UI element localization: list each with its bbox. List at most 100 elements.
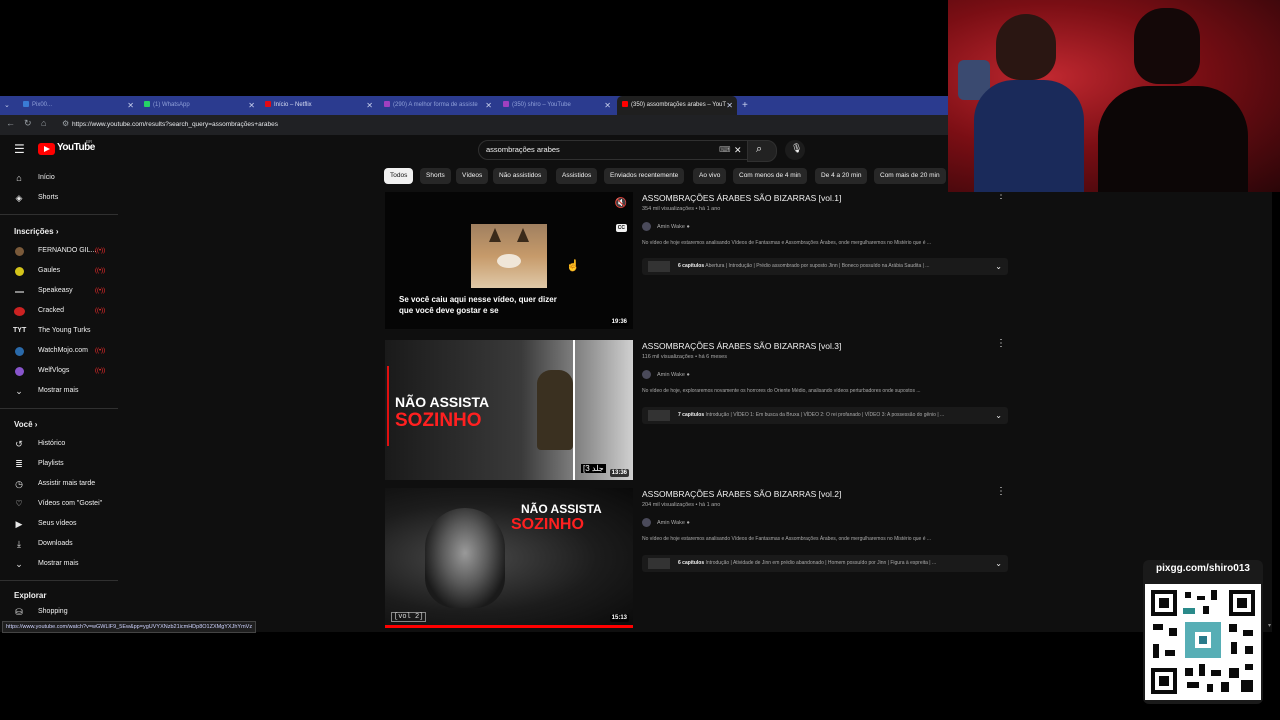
chapters-row[interactable]: 6 capítulos Introdução | Atividade de Ji…: [642, 555, 1008, 572]
subscription-item[interactable]: Gaules ((•)): [0, 261, 118, 281]
browser-tab[interactable]: Início – Netflix ✕: [260, 96, 377, 115]
reload-icon[interactable]: ↻: [24, 118, 32, 129]
subscription-item[interactable]: Cracked ((•)): [0, 301, 118, 321]
sidebar-item-watch-later[interactable]: ◷ Assistir mais tarde: [0, 474, 118, 494]
browser-tab[interactable]: (1) WhatsApp ✕: [139, 96, 259, 115]
search-button[interactable]: ⌕: [747, 140, 777, 162]
show-more-you[interactable]: ⌄ Mostrar mais: [0, 554, 118, 574]
home-icon: ⌂: [16, 173, 22, 183]
channel-link[interactable]: Amin Wake ●: [642, 222, 690, 231]
subscription-label: WatchMojo.com: [38, 347, 88, 354]
subscription-item[interactable]: Speakeasy ((•)): [0, 281, 118, 301]
video-duration: 15:13: [609, 614, 629, 622]
subscription-item[interactable]: FERNANDO GIL... ((•)): [0, 241, 118, 261]
tab-list-chevron-icon[interactable]: ⌄: [4, 96, 10, 115]
close-icon[interactable]: ✕: [604, 96, 611, 115]
subscription-item[interactable]: WatchMojo.com ((•)): [0, 341, 118, 361]
close-icon[interactable]: ✕: [485, 96, 492, 115]
chip-over-20-min[interactable]: Com mais de 20 min: [874, 168, 946, 184]
sidebar-item-label: Playlists: [38, 460, 64, 467]
close-icon[interactable]: ✕: [726, 96, 733, 115]
close-icon[interactable]: ✕: [248, 96, 255, 115]
sidebar-item-liked-videos[interactable]: ♡ Vídeos com "Gostei": [0, 494, 118, 514]
live-indicator-icon: ((•)): [95, 348, 106, 354]
like-icon: ♡: [15, 499, 23, 508]
chevron-down-icon[interactable]: ⌄: [995, 258, 1002, 275]
chip-all[interactable]: Todos: [384, 168, 414, 184]
sidebar-item-downloads[interactable]: ⤓ Downloads: [0, 534, 118, 554]
scrollbar-arrow-icon[interactable]: ▾: [1268, 622, 1271, 629]
tab-favicon: [23, 101, 29, 108]
search-input[interactable]: assombrações arabes: [486, 141, 560, 159]
browser-tab[interactable]: (350) shiro – YouTube ✕: [498, 96, 615, 115]
video-thumbnail[interactable]: NÃO ASSISTA SOZINHO [vol 2] 15:13: [385, 488, 633, 628]
browser-tab[interactable]: (290) A melhor forma de assiste ✕: [379, 96, 496, 115]
chip-videos[interactable]: Vídeos: [456, 168, 489, 184]
chip-under-4-min[interactable]: Com menos de 4 min: [733, 168, 807, 184]
shorts-icon: ◈: [15, 193, 23, 203]
bag-icon: ⛁: [15, 607, 23, 617]
chip-live[interactable]: Ao vivo: [693, 168, 727, 184]
keyboard-icon[interactable]: ⌨: [719, 141, 731, 159]
show-more-subscriptions[interactable]: ⌄ Mostrar mais: [0, 381, 118, 401]
video-thumbnail[interactable]: Se você caiu aqui nesse vídeo, quer dize…: [385, 192, 633, 329]
more-actions-icon[interactable]: ⋮: [996, 486, 1006, 497]
video-title[interactable]: ASSOMBRAÇÕES ÁRABES SÃO BIZARRAS [vol.2]: [642, 489, 841, 499]
voice-search-button[interactable]: 🎙: [785, 140, 805, 160]
channel-link[interactable]: Amin Wake ●: [642, 370, 690, 379]
browser-tab-active[interactable]: (350) assombrações arabes – YouT ✕: [617, 96, 737, 115]
channel-link[interactable]: Amin Wake ●: [642, 518, 690, 527]
caracal-image: [471, 224, 547, 288]
live-indicator-icon: ((•)): [95, 368, 106, 374]
subscriptions-heading[interactable]: Inscrições ›: [14, 227, 58, 236]
video-meta: 116 mil visualizações • há 6 meses: [642, 354, 727, 360]
clear-search-icon[interactable]: ✕: [734, 141, 742, 159]
site-info-icon[interactable]: ⚙: [62, 119, 69, 128]
chapters-row[interactable]: 7 capítulos Introdução | VÍDEO 1: Em bus…: [642, 407, 1008, 424]
home-button-icon[interactable]: ⌂: [41, 118, 46, 128]
chip-shorts[interactable]: Shorts: [420, 168, 451, 184]
video-title[interactable]: ASSOMBRAÇÕES ÁRABES SÃO BIZARRAS [vol.1]: [642, 193, 841, 203]
tab-favicon: [265, 101, 271, 108]
video-thumbnail[interactable]: NÃO ASSISTA SOZINHO [3 جلد 13:36: [385, 340, 633, 480]
more-actions-icon[interactable]: ⋮: [996, 338, 1006, 349]
chapters-row[interactable]: 6 capítulos Abertura | Introdução | Préd…: [642, 258, 1008, 275]
mute-icon[interactable]: 🔇: [615, 198, 627, 209]
chevron-down-icon[interactable]: ⌄: [995, 555, 1002, 572]
url-field[interactable]: https://www.youtube.com/results?search_q…: [72, 119, 952, 131]
sidebar-item-label: Shorts: [38, 194, 59, 201]
sidebar-item-shorts[interactable]: ◈ Shorts: [0, 188, 118, 208]
close-icon[interactable]: ✕: [127, 96, 134, 115]
sidebar-item-label: Downloads: [38, 540, 73, 547]
chevron-down-icon[interactable]: ⌄: [995, 407, 1002, 424]
sidebar-item-your-videos[interactable]: ▶ Seus vídeos: [0, 514, 118, 534]
search-box[interactable]: assombrações arabes ⌨ ✕: [478, 140, 748, 160]
back-icon[interactable]: ←: [6, 118, 15, 128]
playlists-icon: ≣: [15, 459, 23, 469]
pix-url-label: pixgg.com/shiro013: [1156, 563, 1250, 574]
tab-favicon: [503, 101, 509, 108]
video-title[interactable]: ASSOMBRAÇÕES ÁRABES SÃO BIZARRAS [vol.3]: [642, 341, 841, 351]
chip-watched[interactable]: Assistidos: [556, 168, 598, 184]
sidebar-item-home[interactable]: ⌂ Início: [0, 168, 118, 188]
sidebar-item-playlists[interactable]: ≣ Playlists: [0, 454, 118, 474]
captions-icon[interactable]: CC: [615, 224, 627, 232]
menu-icon[interactable]: ☰: [14, 142, 25, 156]
chip-4-to-20-min[interactable]: De 4 a 20 min: [815, 168, 868, 184]
chip-recently-uploaded[interactable]: Enviados recentemente: [604, 168, 685, 184]
you-title: Você: [14, 420, 33, 429]
browser-tab[interactable]: Pix00... ✕: [18, 96, 138, 115]
subscription-item[interactable]: TYT The Young Turks: [0, 321, 118, 341]
you-heading[interactable]: Você ›: [14, 420, 37, 429]
browser-tab-bar: ⌄ Pix00... ✕ (1) WhatsApp ✕ Início – Netfl…: [0, 96, 948, 115]
subscription-item[interactable]: WelfVlogs ((•)): [0, 361, 118, 381]
new-tab-button[interactable]: +: [742, 96, 748, 115]
person-left-head: [996, 14, 1056, 80]
chip-unwatched[interactable]: Não assistidos: [493, 168, 548, 184]
video-icon: ▶: [15, 519, 23, 529]
chevron-right-icon: ›: [55, 227, 59, 236]
sidebar-item-shopping[interactable]: ⛁ Shopping: [0, 602, 118, 622]
sidebar-item-history[interactable]: ↺ Histórico: [0, 434, 118, 454]
subscription-label: Speakeasy: [38, 287, 73, 294]
close-icon[interactable]: ✕: [366, 96, 373, 115]
